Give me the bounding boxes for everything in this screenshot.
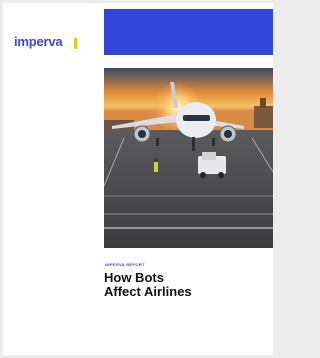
cover-color-band [104,9,273,55]
report-title: How Bots Affect Airlines [104,271,264,299]
report-title-line-1: How Bots [104,270,164,285]
imperva-logo: imperva [14,34,63,49]
logo-accent-mark [74,38,77,49]
report-label: IMPERVA REPORT [105,262,145,267]
report-title-line-2: Affect Airlines [104,284,192,299]
cover-photo [104,68,273,248]
airplane-on-tarmac-image [104,68,273,248]
